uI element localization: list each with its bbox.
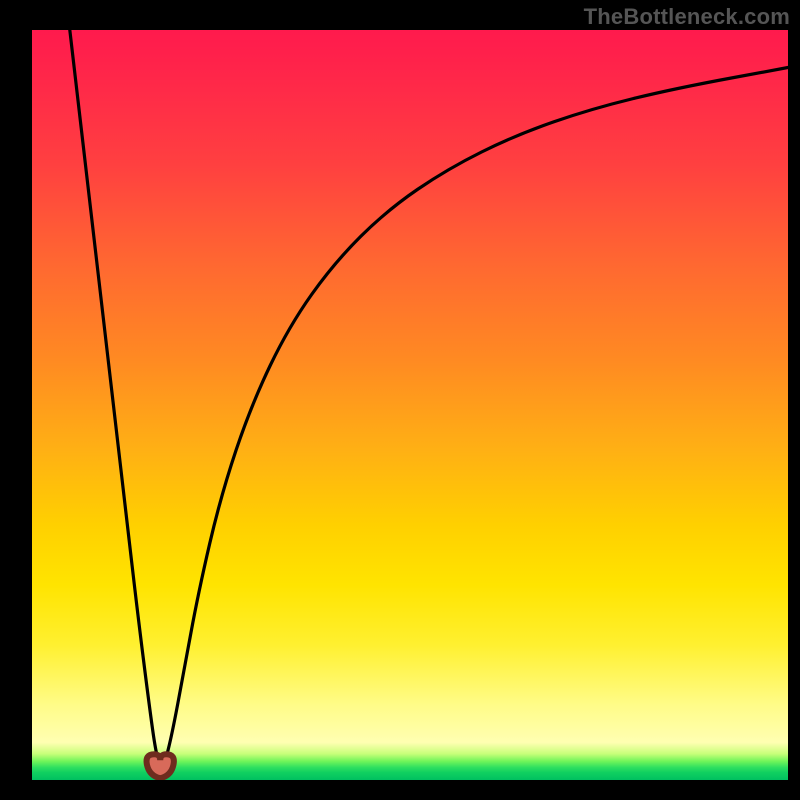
chart-frame: TheBottleneck.com	[0, 0, 800, 800]
gradient-background	[32, 30, 788, 780]
watermark-branding: TheBottleneck.com	[584, 4, 790, 30]
